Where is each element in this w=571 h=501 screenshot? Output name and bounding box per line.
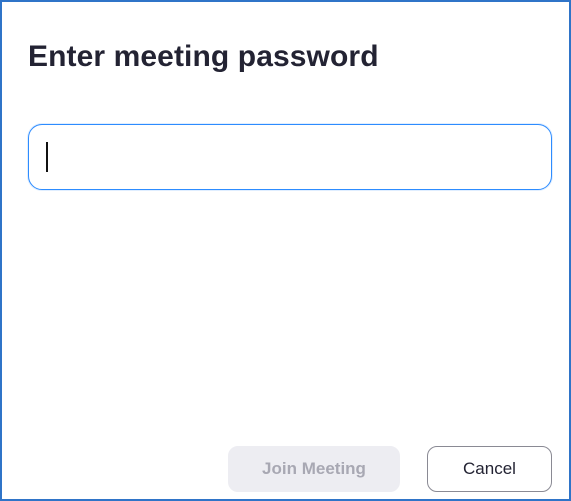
- dialog-title: Enter meeting password: [28, 40, 379, 73]
- join-meeting-button[interactable]: Join Meeting: [228, 446, 400, 492]
- text-caret: [46, 142, 48, 172]
- password-dialog: Enter meeting password Join Meeting Canc…: [0, 0, 571, 501]
- meeting-password-input[interactable]: [28, 124, 552, 190]
- cancel-button[interactable]: Cancel: [427, 446, 552, 492]
